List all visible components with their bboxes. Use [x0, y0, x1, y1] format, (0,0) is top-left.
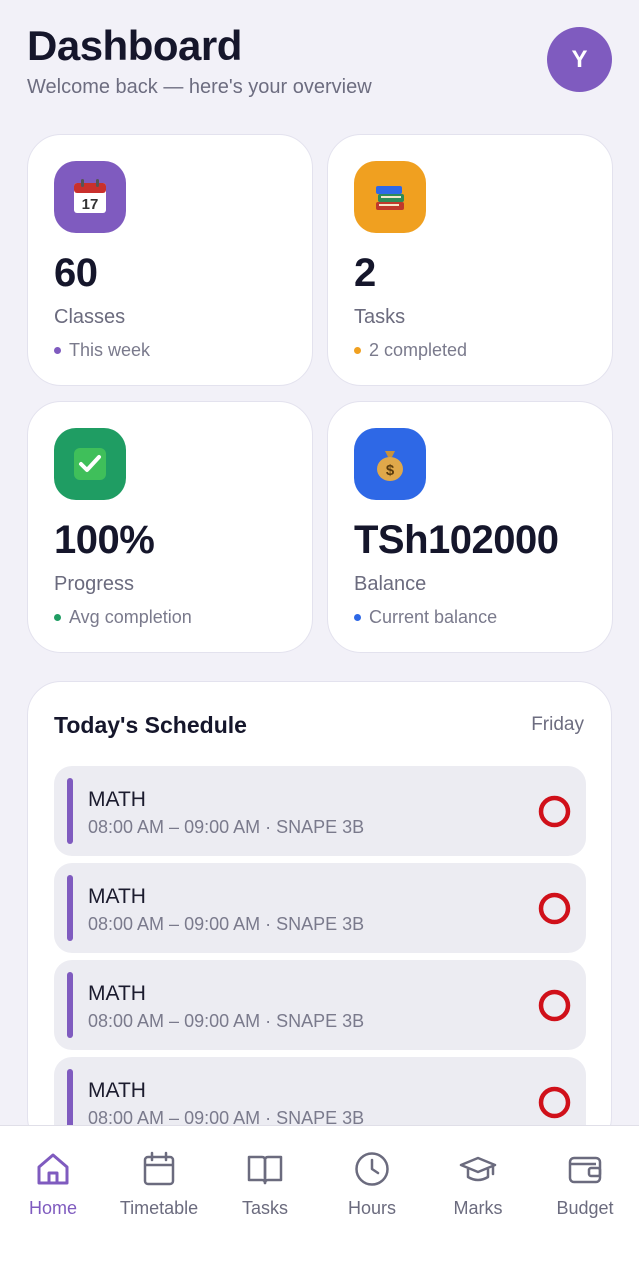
stat-value: 100% [54, 518, 155, 562]
schedule-subject: MATH [88, 885, 146, 908]
wallet-icon [568, 1156, 602, 1184]
svg-text:$: $ [386, 462, 395, 479]
status-circle-icon[interactable] [538, 1086, 571, 1119]
status-dot [54, 347, 61, 354]
stat-value: 60 [54, 251, 98, 295]
schedule-time: 08:00 AM – 09:00 AM · SNAPE 3B [88, 914, 365, 934]
nav-item-marks[interactable]: Marks [425, 1150, 531, 1219]
stat-card-classes[interactable]: 17 60 Classes This week [27, 134, 313, 386]
status-dot [354, 614, 361, 621]
accent-bar [67, 972, 73, 1038]
header: Dashboard Welcome back — here's your ove… [27, 22, 617, 112]
avatar[interactable]: Y [547, 27, 612, 92]
stat-label: Classes [54, 306, 126, 328]
svg-text:17: 17 [82, 196, 99, 213]
stat-subtext: Avg completion [54, 607, 192, 628]
status-circle-icon[interactable] [538, 795, 571, 828]
status-circle-icon[interactable] [538, 892, 571, 925]
stat-card-tasks[interactable]: 2 Tasks 2 completed [327, 134, 613, 386]
nav-label: Marks [453, 1198, 503, 1218]
nav-item-home[interactable]: Home [0, 1150, 106, 1219]
calendar-icon: 17 [54, 161, 126, 233]
status-circle-icon[interactable] [538, 989, 571, 1022]
nav-label: Hours [347, 1198, 396, 1218]
schedule-subject: MATH [88, 982, 146, 1005]
schedule-subject: MATH [88, 1079, 146, 1102]
money-bag-icon: $ [354, 428, 426, 500]
stat-label: Tasks [354, 306, 406, 328]
accent-bar [67, 875, 73, 941]
stat-label: Progress [54, 573, 135, 595]
graduation-cap-icon [459, 1156, 497, 1182]
status-dot [54, 614, 61, 621]
clock-icon [355, 1152, 389, 1186]
stat-subtext: Current balance [354, 607, 497, 628]
check-icon [54, 428, 126, 500]
page-title: Dashboard [27, 22, 242, 69]
bottom-nav: Home Timetable Tasks Hours Marks Budget [0, 1125, 639, 1280]
nav-label: Tasks [241, 1198, 288, 1218]
schedule-time: 08:00 AM – 09:00 AM · SNAPE 3B [88, 1011, 365, 1031]
stat-card-balance[interactable]: $ TSh102000 Balance Current balance [327, 401, 613, 653]
schedule-card: Today's Schedule Friday MATH 08:00 AM – … [27, 681, 612, 1151]
schedule-item[interactable]: MATH 08:00 AM – 09:00 AM · SNAPE 3B [54, 863, 586, 953]
accent-bar [67, 778, 73, 844]
book-icon [247, 1155, 283, 1185]
schedule-time: 08:00 AM – 09:00 AM · SNAPE 3B [88, 817, 365, 837]
schedule-subject: MATH [88, 788, 146, 811]
home-icon [37, 1153, 69, 1185]
nav-label: Timetable [119, 1198, 199, 1218]
schedule-day: Friday [531, 714, 584, 735]
calendar-icon [143, 1151, 175, 1186]
nav-item-hours[interactable]: Hours [319, 1150, 425, 1219]
stat-subtext: This week [54, 340, 150, 361]
schedule-item[interactable]: MATH 08:00 AM – 09:00 AM · SNAPE 3B [54, 766, 586, 856]
books-icon [354, 161, 426, 233]
page-subtitle: Welcome back — here's your overview [27, 76, 372, 98]
schedule-title: Today's Schedule [54, 712, 247, 738]
nav-item-timetable[interactable]: Timetable [106, 1150, 212, 1219]
stat-label: Balance [354, 573, 427, 595]
schedule-item[interactable]: MATH 08:00 AM – 09:00 AM · SNAPE 3B [54, 960, 586, 1050]
stat-card-progress[interactable]: 100% Progress Avg completion [27, 401, 313, 653]
stat-subtext: 2 completed [354, 340, 467, 361]
nav-item-budget[interactable]: Budget [532, 1150, 638, 1219]
status-dot [354, 347, 361, 354]
nav-label: Budget [556, 1198, 614, 1218]
nav-item-tasks[interactable]: Tasks [212, 1150, 318, 1219]
stat-value: 2 [354, 251, 376, 295]
stat-value: TSh102000 [354, 518, 559, 562]
nav-label: Home [28, 1198, 77, 1218]
